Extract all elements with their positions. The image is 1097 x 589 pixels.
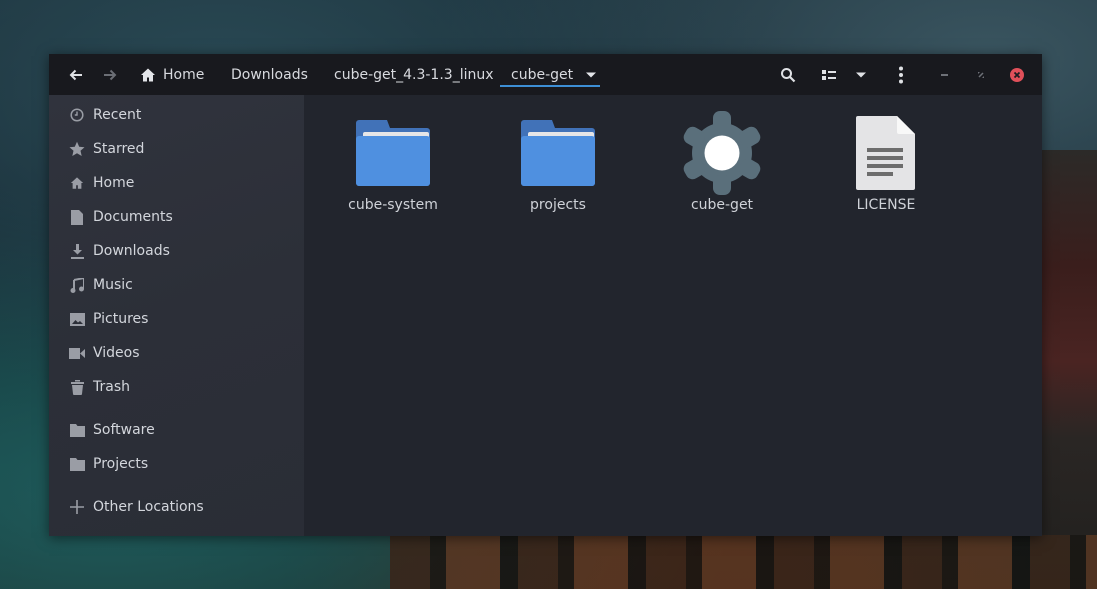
desktop-wallpaper-boats: [390, 535, 1097, 589]
sidebar-item-videos[interactable]: Videos: [49, 337, 304, 369]
minimize-button[interactable]: [934, 64, 956, 86]
sidebar-item-downloads[interactable]: Downloads: [49, 235, 304, 267]
breadcrumb-downloads[interactable]: Downloads: [231, 54, 308, 95]
file-name: projects: [530, 197, 586, 213]
home-icon: [69, 175, 85, 191]
sidebar-item-label: Starred: [93, 141, 145, 157]
file-name: cube-get: [690, 197, 754, 213]
maximize-icon: [978, 72, 984, 78]
clock-icon: [69, 107, 85, 123]
sidebar-item-label: Documents: [93, 209, 173, 225]
sidebar-item-home[interactable]: Home: [49, 167, 304, 199]
sidebar-item-label: Recent: [93, 107, 142, 123]
close-icon: [1010, 68, 1024, 82]
sidebar-item-music[interactable]: Music: [49, 269, 304, 301]
sidebar-item-documents[interactable]: Documents: [49, 201, 304, 233]
file-name: LICENSE: [856, 197, 916, 213]
sidebar-item-label: Trash: [93, 379, 130, 395]
sidebar-item-label: Downloads: [93, 243, 170, 259]
folder-icon: [353, 111, 433, 195]
text-file-icon: [846, 111, 926, 195]
sidebar-item-pictures[interactable]: Pictures: [49, 303, 304, 335]
sidebar-item-recent[interactable]: Recent: [49, 99, 304, 131]
breadcrumb-cube-get[interactable]: cube-get: [500, 54, 600, 95]
file-item-license[interactable]: LICENSE: [821, 111, 951, 231]
trash-icon: [69, 379, 85, 395]
sidebar-other-locations[interactable]: Other Locations: [49, 491, 304, 523]
folder-icon: [69, 456, 85, 472]
desktop-wallpaper-cabin: [1042, 150, 1097, 535]
arrow-left-icon: [69, 69, 82, 81]
maximize-button[interactable]: [970, 64, 992, 86]
music-icon: [69, 277, 85, 293]
gear-icon: [682, 111, 762, 195]
folder-icon: [518, 111, 598, 195]
sidebar-item-label: Videos: [93, 345, 140, 361]
sidebar: Recent Starred Home Documents Downloads …: [49, 95, 304, 536]
file-item-cube-system[interactable]: cube-system: [328, 111, 458, 231]
sidebar-item-label: Projects: [93, 456, 149, 472]
back-button[interactable]: [65, 65, 87, 85]
download-icon: [69, 243, 85, 259]
kebab-menu-icon: [899, 66, 903, 84]
sidebar-item-label: Pictures: [93, 311, 149, 327]
sidebar-bookmark-software[interactable]: Software: [49, 414, 304, 446]
file-manager-window: Home Downloads cube-get_4.3-1.3_linux cu…: [49, 54, 1042, 536]
menu-button[interactable]: [890, 64, 912, 86]
breadcrumb-label: Downloads: [231, 66, 308, 83]
file-name: cube-system: [348, 197, 438, 213]
home-icon: [141, 68, 155, 81]
list-view-icon: [822, 70, 836, 80]
sidebar-item-starred[interactable]: Starred: [49, 133, 304, 165]
sidebar-item-label: Music: [93, 277, 133, 293]
breadcrumb-label: Home: [163, 66, 205, 83]
folder-icon: [69, 422, 85, 438]
picture-icon: [69, 311, 85, 327]
sidebar-item-label: Other Locations: [93, 499, 204, 515]
minimize-icon: [941, 74, 948, 76]
document-icon: [69, 209, 85, 225]
breadcrumb-label: cube-get_4.3-1.3_linux: [334, 66, 494, 83]
arrow-right-icon: [104, 69, 117, 81]
view-toggle-button[interactable]: [818, 64, 840, 86]
chevron-down-icon: [856, 72, 866, 78]
file-item-cube-get[interactable]: cube-get: [657, 111, 787, 231]
file-view: cube-system projects cube-get LICENSE: [304, 95, 1042, 536]
header-bar: Home Downloads cube-get_4.3-1.3_linux cu…: [49, 54, 1042, 95]
breadcrumb-cube-get-linux[interactable]: cube-get_4.3-1.3_linux: [334, 54, 494, 95]
video-icon: [69, 345, 85, 361]
chevron-down-icon: [586, 72, 597, 77]
breadcrumb-home[interactable]: Home: [140, 54, 204, 95]
view-options-button[interactable]: [850, 64, 872, 86]
sidebar-bookmark-projects[interactable]: Projects: [49, 448, 304, 480]
file-item-projects[interactable]: projects: [493, 111, 623, 231]
star-icon: [69, 141, 85, 157]
breadcrumb-label: cube-get: [511, 66, 574, 83]
search-button[interactable]: [777, 64, 799, 86]
close-button[interactable]: [1006, 64, 1028, 86]
sidebar-item-label: Software: [93, 422, 155, 438]
forward-button[interactable]: [99, 65, 121, 85]
sidebar-item-label: Home: [93, 175, 135, 191]
sidebar-item-trash[interactable]: Trash: [49, 371, 304, 403]
plus-icon: [69, 499, 85, 515]
search-icon: [781, 68, 796, 83]
